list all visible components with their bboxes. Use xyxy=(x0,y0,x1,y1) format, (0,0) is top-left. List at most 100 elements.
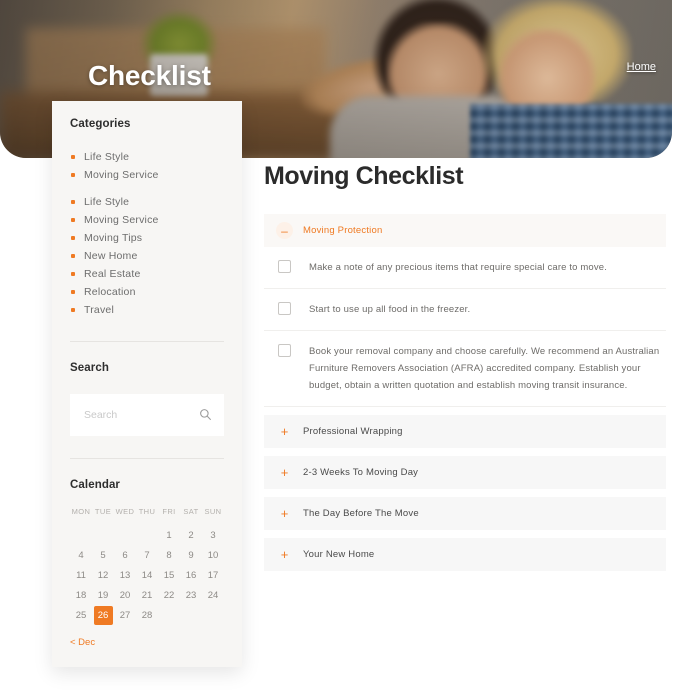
calendar-day-cell[interactable]: 16 xyxy=(180,565,202,585)
calendar-day-cell[interactable]: 7 xyxy=(136,545,158,565)
search-box xyxy=(70,394,224,436)
accordion-header[interactable]: + Professional Wrapping xyxy=(264,415,666,448)
calendar-day-cell[interactable]: 20 xyxy=(114,585,136,605)
accordion-label: 2-3 Weeks To Moving Day xyxy=(303,467,419,478)
bullet-icon xyxy=(71,173,75,177)
accordion-header[interactable]: + Your New Home xyxy=(264,538,666,571)
calendar-day-cell[interactable]: 4 xyxy=(70,545,92,565)
accordion-section: +2-3 Weeks To Moving Day xyxy=(264,456,666,489)
category-item[interactable]: Moving Service xyxy=(70,211,224,229)
accordion-section: – Moving Protection Make a note of any pre… xyxy=(264,214,666,407)
calendar-day-cell[interactable]: 11 xyxy=(70,565,92,585)
calendar-day-cell[interactable]: 24 xyxy=(202,585,224,605)
calendar-day-cell[interactable]: 1 xyxy=(158,525,180,545)
checklist-item-text: Make a note of any precious items that r… xyxy=(309,262,607,273)
checkbox[interactable] xyxy=(278,302,291,315)
category-item[interactable]: Life Style xyxy=(70,193,224,211)
category-item[interactable]: Real Estate xyxy=(70,265,224,283)
calendar-day-cell[interactable]: 15 xyxy=(158,565,180,585)
calendar-day-cell[interactable]: 2 xyxy=(180,525,202,545)
calendar-day-cell[interactable]: 9 xyxy=(180,545,202,565)
minus-icon[interactable]: – xyxy=(276,222,293,239)
accordion-section: + The Day Before The Move xyxy=(264,497,666,530)
calendar-day-header: MON xyxy=(71,507,91,516)
calendar-day-cell[interactable]: 18 xyxy=(70,585,92,605)
calendar-day-cell[interactable]: 25 xyxy=(70,605,92,625)
calendar-day-cell[interactable]: 12 xyxy=(92,565,114,585)
page-root: Checklist Home Categories Life Style Movi… xyxy=(0,0,678,700)
plus-icon[interactable]: + xyxy=(276,423,293,440)
calendar-day-cell[interactable]: 5 xyxy=(92,545,114,565)
calendar-day-cell[interactable]: 10 xyxy=(202,545,224,565)
calendar-day-cell[interactable]: 22 xyxy=(158,585,180,605)
checkbox[interactable] xyxy=(278,260,291,273)
calendar-day-cell[interactable]: 6 xyxy=(114,545,136,565)
accordion-header[interactable]: – Moving Protection xyxy=(264,214,666,247)
calendar-empty-cell xyxy=(114,525,136,545)
accordion-label: Your New Home xyxy=(303,549,375,560)
calendar-day-header: SAT xyxy=(183,507,199,516)
category-item[interactable]: Moving Tips xyxy=(70,229,224,247)
bullet-icon xyxy=(71,218,75,222)
category-item[interactable]: Relocation xyxy=(70,283,224,301)
calendar-week-row: 4 5 6 7 8 9 10 xyxy=(70,545,224,565)
calendar-day-cell[interactable]: 28 xyxy=(136,605,158,625)
checkbox[interactable] xyxy=(278,344,291,357)
checklist-item-text: Start to use up all food in the freezer. xyxy=(309,304,471,315)
bullet-icon xyxy=(71,254,75,258)
accordion-header[interactable]: +2-3 Weeks To Moving Day xyxy=(264,456,666,489)
calendar-day-cell[interactable]: 17 xyxy=(202,565,224,585)
main-content: Moving Checklist – Moving Protection Make … xyxy=(264,162,666,579)
calendar-header-row: MON TUE WED THU FRI SAT SUN xyxy=(70,507,224,525)
category-label: Real Estate xyxy=(84,268,141,280)
calendar-day-cell[interactable]: 13 xyxy=(114,565,136,585)
calendar-day-cell[interactable]: 27 xyxy=(114,605,136,625)
calendar-day-cell[interactable]: 8 xyxy=(158,545,180,565)
calendar-day-header: THU xyxy=(138,507,156,516)
category-item[interactable]: Travel xyxy=(70,301,224,319)
calendar-day-cell[interactable]: 3 xyxy=(202,525,224,545)
search-title: Search xyxy=(70,362,109,374)
calendar-week-row: 18 19 20 21 22 23 24 xyxy=(70,585,224,605)
calendar-day-header: TUE xyxy=(94,507,112,516)
accordion-label: Moving Protection xyxy=(303,225,383,236)
accordion-header[interactable]: + The Day Before The Move xyxy=(264,497,666,530)
calendar-empty-cell xyxy=(70,525,92,545)
calendar-empty-cell xyxy=(202,605,224,625)
calendar-day-cell[interactable]: 21 xyxy=(136,585,158,605)
category-label: Life Style xyxy=(84,151,130,163)
category-item[interactable]: New Home xyxy=(70,247,224,265)
category-label: New Home xyxy=(84,250,138,262)
category-label: Moving Service xyxy=(84,214,159,226)
calendar-day-cell[interactable]: 19 xyxy=(92,585,114,605)
main-title: Moving Checklist xyxy=(264,162,464,190)
nav-link-home[interactable]: Home xyxy=(627,61,656,73)
categories-title: Categories xyxy=(70,118,131,130)
search-icon[interactable] xyxy=(199,408,212,421)
bullet-icon xyxy=(71,272,75,276)
category-label: Relocation xyxy=(84,286,136,298)
category-label: Moving Service xyxy=(84,169,159,181)
calendar: MON TUE WED THU FRI SAT SUN 1 2 3 4 5 6 7 8 9 10 11 12 13 1… xyxy=(70,507,224,625)
category-label: Life Style xyxy=(84,196,130,208)
calendar-day-header: WED xyxy=(115,507,135,516)
accordion-label: Professional Wrapping xyxy=(303,426,403,437)
calendar-empty-cell xyxy=(136,525,158,545)
category-item[interactable]: Life Style xyxy=(70,148,224,166)
bullet-icon xyxy=(71,200,75,204)
plus-icon[interactable]: + xyxy=(276,546,293,563)
calendar-day-cell[interactable]: 23 xyxy=(180,585,202,605)
plus-icon[interactable]: + xyxy=(276,505,293,522)
calendar-selected-day[interactable]: 26 xyxy=(93,605,113,625)
checklist-item-text: Book your removal company and choose car… xyxy=(309,346,660,391)
plus-icon[interactable]: + xyxy=(276,464,293,481)
calendar-day-cell[interactable]: 14 xyxy=(136,565,158,585)
calendar-prev-month-link[interactable]: < Dec xyxy=(70,637,95,648)
bullet-icon xyxy=(71,155,75,159)
category-item[interactable]: Moving Service xyxy=(70,166,224,184)
page-title: Checklist xyxy=(88,60,211,91)
calendar-day-cell[interactable]: 26 xyxy=(92,605,114,625)
category-label: Moving Tips xyxy=(84,232,143,244)
checklist-item: Start to use up all food in the freezer. xyxy=(264,289,666,331)
calendar-week-row: 11 12 13 14 15 16 17 xyxy=(70,565,224,585)
